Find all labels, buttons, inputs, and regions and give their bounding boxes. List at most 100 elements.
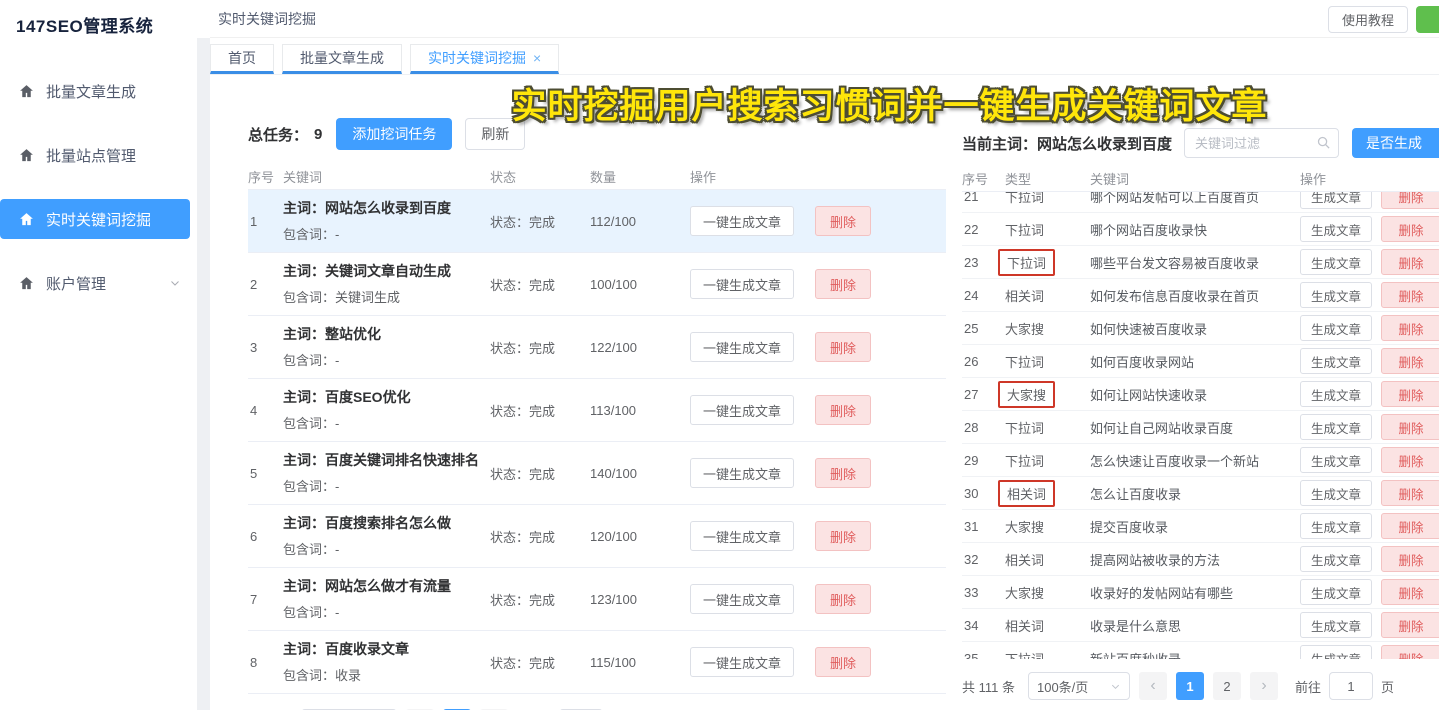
delete-button[interactable]: 删除 [1381,645,1439,659]
delete-button[interactable]: 删除 [1381,192,1439,209]
sidebar-item-batch-site[interactable]: 批量站点管理 [0,135,197,175]
generate-article-button[interactable]: 生成文章 [1300,480,1372,506]
row-index: 35 [962,651,1005,660]
generate-article-button[interactable]: 一键生成文章 [690,332,794,362]
goto-page: 前往 页 [1295,672,1394,700]
main-area: 实时关键词挖掘 使用教程 首页 批量文章生成 实时关键词挖掘 × 实时挖掘用户搜… [210,0,1439,710]
row-actions: 生成文章 删除 [1300,480,1439,506]
row-index: 26 [962,354,1005,369]
generate-article-button[interactable]: 一键生成文章 [690,584,794,614]
delete-button[interactable]: 删除 [1381,480,1439,506]
delete-button[interactable]: 删除 [1381,348,1439,374]
tasks-table-body: 1 主词：网站怎么收录到百度 包含词：- 状态：完成 112/100 一键生成文… [248,190,946,694]
delete-button[interactable]: 删除 [1381,579,1439,605]
keyword-text: 如何百度收录网站 [1090,352,1300,371]
generate-article-button[interactable]: 生成文章 [1300,315,1372,341]
table-row[interactable]: 8 主词：百度收录文章 包含词：收录 状态：完成 115/100 一键生成文章 … [248,631,946,694]
table-row: 22 下拉词 哪个网站百度收录快 生成文章 删除 [962,213,1439,246]
tab-batch-article[interactable]: 批量文章生成 [282,44,402,74]
generate-article-button[interactable]: 生成文章 [1300,447,1372,473]
delete-button[interactable]: 删除 [815,647,871,677]
home-icon [18,275,35,292]
table-row[interactable]: 2 主词：关键词文章自动生成 包含词：关键词生成 状态：完成 100/100 一… [248,253,946,316]
generate-article-button[interactable]: 生成文章 [1300,192,1372,209]
status-text: 状态：完成 [490,275,590,294]
close-icon[interactable]: × [533,51,541,65]
row-index: 34 [962,618,1005,633]
delete-button[interactable]: 删除 [815,269,871,299]
table-row[interactable]: 6 主词：百度搜索排名怎么做 包含词：- 状态：完成 120/100 一键生成文… [248,505,946,568]
next-page-button[interactable]: › [1250,672,1278,700]
tab-realtime-keyword[interactable]: 实时关键词挖掘 × [410,44,559,74]
delete-button[interactable]: 删除 [1381,315,1439,341]
generate-article-button[interactable]: 生成文章 [1300,579,1372,605]
generate-article-button[interactable]: 生成文章 [1300,282,1372,308]
row-actions: 生成文章 删除 [1300,249,1439,275]
delete-button[interactable]: 删除 [815,395,871,425]
tutorial-button[interactable]: 使用教程 [1328,6,1408,33]
row-actions: 生成文章 删除 [1300,348,1439,374]
tab-home[interactable]: 首页 [210,44,274,74]
prev-page-button[interactable]: ‹ [1139,672,1167,700]
delete-button[interactable]: 删除 [815,332,871,362]
delete-button[interactable]: 删除 [1381,282,1439,308]
row-actions: 一键生成文章 删除 [690,395,946,425]
table-row: 32 相关词 提高网站被收录的方法 生成文章 删除 [962,543,1439,576]
row-actions: 生成文章 删除 [1300,381,1439,407]
page-number-button[interactable]: 1 [1176,672,1204,700]
generate-toggle-button[interactable]: 是否生成 [1352,128,1439,158]
delete-button[interactable]: 删除 [815,458,871,488]
page-number-button[interactable]: 2 [1213,672,1241,700]
goto-page-input[interactable] [1329,672,1373,700]
table-row[interactable]: 1 主词：网站怎么收录到百度 包含词：- 状态：完成 112/100 一键生成文… [248,190,946,253]
generate-article-button[interactable]: 一键生成文章 [690,206,794,236]
generate-article-button[interactable]: 生成文章 [1300,249,1372,275]
generate-article-button[interactable]: 生成文章 [1300,513,1372,539]
keyword-text: 如何快速被百度收录 [1090,319,1300,338]
table-row[interactable]: 7 主词：网站怎么做才有流量 包含词：- 状态：完成 123/100 一键生成文… [248,568,946,631]
generate-article-button[interactable]: 一键生成文章 [690,395,794,425]
contained-words: 包含词：关键词生成 [283,287,490,306]
page-size-select[interactable]: 100条/页 [1028,672,1130,700]
table-row: 25 大家搜 如何快速被百度收录 生成文章 删除 [962,312,1439,345]
row-actions: 生成文章 删除 [1300,282,1439,308]
generate-article-button[interactable]: 生成文章 [1300,645,1372,659]
home-icon [18,83,35,100]
sidebar-item-realtime-keyword[interactable]: 实时关键词挖掘 [0,199,190,239]
table-row[interactable]: 5 主词：百度关键词排名快速排名 包含词：- 状态：完成 140/100 一键生… [248,442,946,505]
keyword-type-cell: 相关词 [1005,614,1090,637]
delete-button[interactable]: 删除 [815,521,871,551]
generate-article-button[interactable]: 一键生成文章 [690,269,794,299]
delete-button[interactable]: 删除 [815,584,871,614]
generate-article-button[interactable]: 一键生成文章 [690,647,794,677]
delete-button[interactable]: 删除 [1381,216,1439,242]
delete-button[interactable]: 删除 [1381,381,1439,407]
table-row: 27 大家搜 如何让网站快速收录 生成文章 删除 [962,378,1439,411]
generate-article-button[interactable]: 一键生成文章 [690,521,794,551]
main-keyword: 主词：百度搜索排名怎么做 [283,514,490,533]
sidebar-item-batch-article[interactable]: 批量文章生成 [0,71,197,111]
table-row[interactable]: 4 主词：百度SEO优化 包含词：- 状态：完成 113/100 一键生成文章 … [248,379,946,442]
generate-article-button[interactable]: 一键生成文章 [690,458,794,488]
keyword-cell: 主词：整站优化 包含词：- [283,325,490,369]
generate-article-button[interactable]: 生成文章 [1300,216,1372,242]
row-index: 8 [248,655,283,670]
generate-article-button[interactable]: 生成文章 [1300,546,1372,572]
delete-button[interactable]: 删除 [1381,447,1439,473]
delete-button[interactable]: 删除 [1381,546,1439,572]
row-index: 4 [248,403,283,418]
generate-article-button[interactable]: 生成文章 [1300,381,1372,407]
count-value: 123/100 [590,592,690,607]
delete-button[interactable]: 删除 [1381,414,1439,440]
delete-button[interactable]: 删除 [1381,612,1439,638]
delete-button[interactable]: 删除 [815,206,871,236]
generate-article-button[interactable]: 生成文章 [1300,612,1372,638]
delete-button[interactable]: 删除 [1381,513,1439,539]
generate-article-button[interactable]: 生成文章 [1300,414,1372,440]
sidebar-item-account[interactable]: 账户管理 [0,263,197,303]
keyword-type-cell: 下拉词 [1005,449,1090,472]
delete-button[interactable]: 删除 [1381,249,1439,275]
table-row[interactable]: 3 主词：整站优化 包含词：- 状态：完成 122/100 一键生成文章 删除 [248,316,946,379]
generate-article-button[interactable]: 生成文章 [1300,348,1372,374]
green-action-button[interactable] [1416,6,1439,33]
